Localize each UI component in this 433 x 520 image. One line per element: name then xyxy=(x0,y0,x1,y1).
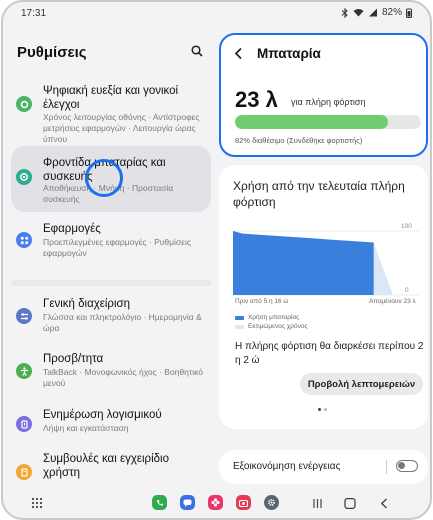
settings-title: Ρυθμίσεις xyxy=(17,44,87,61)
apps-icon xyxy=(16,232,32,248)
recents-button[interactable] xyxy=(312,496,323,514)
toggle-knob xyxy=(398,462,405,469)
item-title: Προσβ/τητα xyxy=(43,353,104,365)
legend-swatch xyxy=(235,324,244,329)
power-saving-toggle[interactable] xyxy=(396,460,418,472)
x-end-label: Απομένουν 23 λ xyxy=(369,298,416,305)
usage-card: Χρήση από την τελευταία πλήρη φόρτιση 10… xyxy=(219,165,428,429)
general-management-icon xyxy=(16,308,32,324)
message-icon xyxy=(183,499,192,507)
dock-messages-app[interactable] xyxy=(180,495,195,510)
dock-settings-app[interactable] xyxy=(264,495,279,510)
home-icon xyxy=(344,497,356,510)
device-frame: 17:31 82% Ρυθμίσεις Ψηφιακή ευεξία και γ… xyxy=(1,0,432,520)
time-to-full: 23 λ xyxy=(235,87,278,112)
x-start-label: Πριν από 5 η 16 ώ xyxy=(235,298,289,305)
settings-item-accessibility[interactable]: Προσβ/τητα TalkBack · Μονοφωνικός ήχος ·… xyxy=(11,348,211,398)
item-subtitle: Γλώσσα και πληκτρολόγιο · Ημερομηνία & ώ… xyxy=(43,312,202,333)
item-subtitle: Αποθήκευση · Μνήμη · Προστασία συσκευής xyxy=(43,183,174,204)
dock-camera-app[interactable] xyxy=(236,495,251,510)
app-drawer-button[interactable] xyxy=(31,496,43,514)
bluetooth-icon xyxy=(341,7,348,18)
camera-icon xyxy=(239,499,248,507)
item-title: Γενική διαχείριση xyxy=(43,298,131,310)
software-update-icon xyxy=(16,416,32,432)
usage-chart-svg xyxy=(233,230,419,296)
item-title: Φροντίδα μπαταρίας και συσκευής xyxy=(43,157,166,183)
device-care-icon xyxy=(16,169,32,185)
wifi-icon xyxy=(353,9,364,17)
recents-icon xyxy=(313,499,322,508)
usage-title: Χρήση από την τελευταία πλήρη φόρτιση xyxy=(233,179,405,209)
full-charge-estimate: Η πλήρης φόρτιση θα διαρκέσει περίπου 2 … xyxy=(235,341,424,366)
back-button[interactable] xyxy=(234,47,243,65)
view-details-button[interactable]: Προβολή λεπτομερειών xyxy=(300,373,423,395)
legend-label: Χρήση μπαταρίας xyxy=(248,314,300,321)
search-icon xyxy=(191,45,203,57)
battery-level-fill xyxy=(235,115,388,129)
battery-percent: 82% xyxy=(381,7,402,18)
item-subtitle: Προεπιλεγμένες εφαρμογές · Ρυθμίσεις εφα… xyxy=(43,237,191,258)
legend-label: Εκτιμώμενος χρόνος xyxy=(248,323,308,330)
page-indicator xyxy=(318,408,327,411)
back-icon xyxy=(380,498,387,509)
settings-item-general-management[interactable]: Γενική διαχείριση Γλώσσα και πληκτρολόγι… xyxy=(11,292,211,342)
battery-status: 82% διαθέσιμο (Συνδέθηκε φορτιστής) xyxy=(235,136,363,145)
item-subtitle: Χρόνος λειτουργίας οθόνης · Αντίστροφες … xyxy=(43,112,200,144)
touch-indicator xyxy=(85,159,123,197)
page-dot xyxy=(324,408,327,411)
navigation-bar xyxy=(3,488,430,518)
dock-flower-app[interactable] xyxy=(208,495,223,510)
accessibility-icon xyxy=(16,363,32,379)
battery-card: Μπαταρία 23 λ για πλήρη φόρτιση 82% διαθ… xyxy=(219,33,428,157)
status-bar: 17:31 82% xyxy=(3,2,430,24)
item-subtitle: Λήψη και εγκατάσταση xyxy=(43,423,129,433)
status-icons: 82% xyxy=(341,7,412,18)
settings-list-pane: Ρυθμίσεις Ψηφιακή ευεξία και γονικοί έλε… xyxy=(3,24,215,494)
flower-icon xyxy=(211,498,220,507)
back-nav-button[interactable] xyxy=(380,496,388,514)
legend-swatch xyxy=(235,315,244,320)
item-title: Συμβουλές και εγχειρίδιο χρήστη xyxy=(43,453,169,479)
tips-icon xyxy=(16,464,32,480)
toggle-divider xyxy=(386,460,387,474)
item-subtitle: TalkBack · Μονοφωνικός ήχος · Βοηθητικό … xyxy=(43,367,204,388)
power-saving-card[interactable]: Εξοικονόμηση ενέργειας xyxy=(219,450,428,484)
digital-wellbeing-icon xyxy=(16,96,32,112)
page-dot-active xyxy=(318,408,321,411)
home-button[interactable] xyxy=(344,496,356,514)
usage-chart: 100 0 xyxy=(233,223,419,307)
battery-icon xyxy=(406,8,412,18)
phone-icon xyxy=(156,499,163,506)
legend-item: Εκτιμώμενος χρόνος xyxy=(235,323,308,330)
dock-phone-app[interactable] xyxy=(152,495,167,510)
battery-title: Μπαταρία xyxy=(257,46,321,61)
gear-icon xyxy=(268,499,275,506)
y-tick-label: 0 xyxy=(405,287,409,294)
legend-item: Χρήση μπαταρίας xyxy=(235,314,299,321)
chevron-left-icon xyxy=(234,47,242,60)
settings-item-apps[interactable]: Εφαρμογές Προεπιλεγμένες εφαρμογές · Ρυθ… xyxy=(11,216,211,268)
search-button[interactable] xyxy=(191,44,203,62)
grid-icon xyxy=(31,497,43,509)
y-tick-label: 100 xyxy=(401,223,412,230)
usage-area-series xyxy=(233,231,374,295)
battery-level-bar xyxy=(235,115,421,129)
status-time: 17:31 xyxy=(21,8,47,19)
section-divider xyxy=(11,280,211,286)
time-to-full-label: για πλήρη φόρτιση xyxy=(291,97,366,107)
item-title: Ψηφιακή ευεξία και γονικοί έλεγχοι xyxy=(43,85,179,111)
power-saving-label: Εξοικονόμηση ενέργειας xyxy=(233,461,341,472)
settings-item-tips[interactable]: Συμβουλές και εγχειρίδιο χρήστη xyxy=(11,448,211,488)
item-title: Ενημέρωση λογισμικού xyxy=(43,409,162,421)
settings-item-digital-wellbeing[interactable]: Ψηφιακή ευεξία και γονικοί έλεγχοι Χρόνο… xyxy=(11,74,211,144)
estimated-area-series xyxy=(373,242,393,295)
settings-item-software-update[interactable]: Ενημέρωση λογισμικού Λήψη και εγκατάστασ… xyxy=(11,404,211,444)
item-title: Εφαρμογές xyxy=(43,223,101,235)
signal-icon xyxy=(368,8,377,17)
